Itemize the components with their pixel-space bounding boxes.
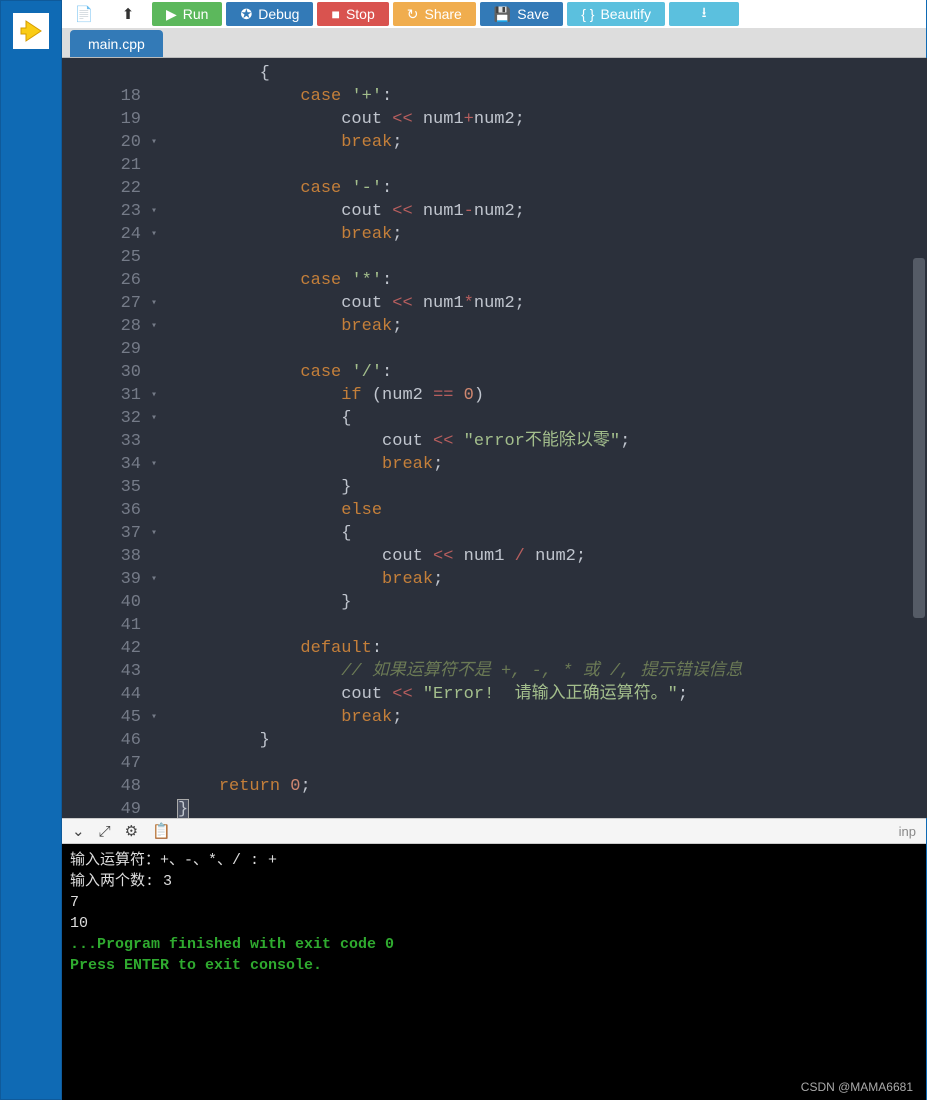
- console-output[interactable]: 输入运算符：+、-、*、/ : +输入两个数: 3710...Program f…: [62, 844, 926, 1100]
- run-button[interactable]: ▶ Run: [152, 2, 222, 26]
- share-label: Share: [424, 6, 461, 22]
- beautify-button[interactable]: { } Beautify: [567, 2, 665, 26]
- save-icon: 💾: [494, 6, 511, 23]
- tab-bar: main.cpp: [62, 28, 926, 58]
- toolbar: 📄 ⬆ ▶ Run ✪ Debug ■ Stop ↻ Share 💾 Save { } Be…: [62, 0, 926, 28]
- stop-label: Stop: [346, 6, 375, 22]
- code-area[interactable]: { case '+': cout << num1+num2; break; ca…: [164, 58, 926, 818]
- share-icon: ↻: [407, 6, 419, 23]
- console-toolbar: ⌄ ⤢ ⚙ 📋 inp: [62, 818, 926, 844]
- save-label: Save: [517, 6, 549, 22]
- code-editor[interactable]: 181920▾212223▾24▾252627▾28▾293031▾32▾333…: [62, 58, 926, 818]
- watermark: CSDN @MAMA6681: [801, 1080, 913, 1094]
- tab-label: main.cpp: [88, 36, 145, 52]
- copy-icon[interactable]: 📋: [152, 822, 171, 840]
- debug-label: Debug: [258, 6, 299, 22]
- logo-icon: [13, 13, 49, 49]
- share-button[interactable]: ↻ Share: [393, 2, 476, 26]
- gear-icon[interactable]: ⚙: [125, 822, 138, 840]
- new-file-button[interactable]: 📄: [64, 2, 104, 26]
- run-label: Run: [183, 6, 209, 22]
- scrollbar-track[interactable]: [911, 58, 927, 818]
- debug-icon: ✪: [240, 6, 252, 23]
- download-button[interactable]: ⭳: [669, 2, 739, 26]
- beautify-label: Beautify: [600, 6, 651, 22]
- tab-main-cpp[interactable]: main.cpp: [70, 30, 163, 57]
- play-icon: ▶: [166, 6, 177, 23]
- scrollbar-thumb[interactable]: [913, 258, 925, 618]
- save-button[interactable]: 💾 Save: [480, 2, 563, 26]
- upload-button[interactable]: ⬆: [108, 2, 148, 26]
- expand-icon[interactable]: ⤢: [99, 823, 111, 840]
- download-icon: ⭳: [702, 2, 707, 26]
- stop-button[interactable]: ■ Stop: [317, 2, 388, 26]
- chevron-down-icon[interactable]: ⌄: [72, 822, 85, 840]
- beautify-icon: { }: [581, 6, 594, 22]
- line-gutter: 181920▾212223▾24▾252627▾28▾293031▾32▾333…: [62, 58, 164, 818]
- left-rail: [0, 0, 62, 1100]
- stop-icon: ■: [331, 6, 339, 22]
- console-right-label: inp: [899, 824, 916, 839]
- debug-button[interactable]: ✪ Debug: [226, 2, 313, 26]
